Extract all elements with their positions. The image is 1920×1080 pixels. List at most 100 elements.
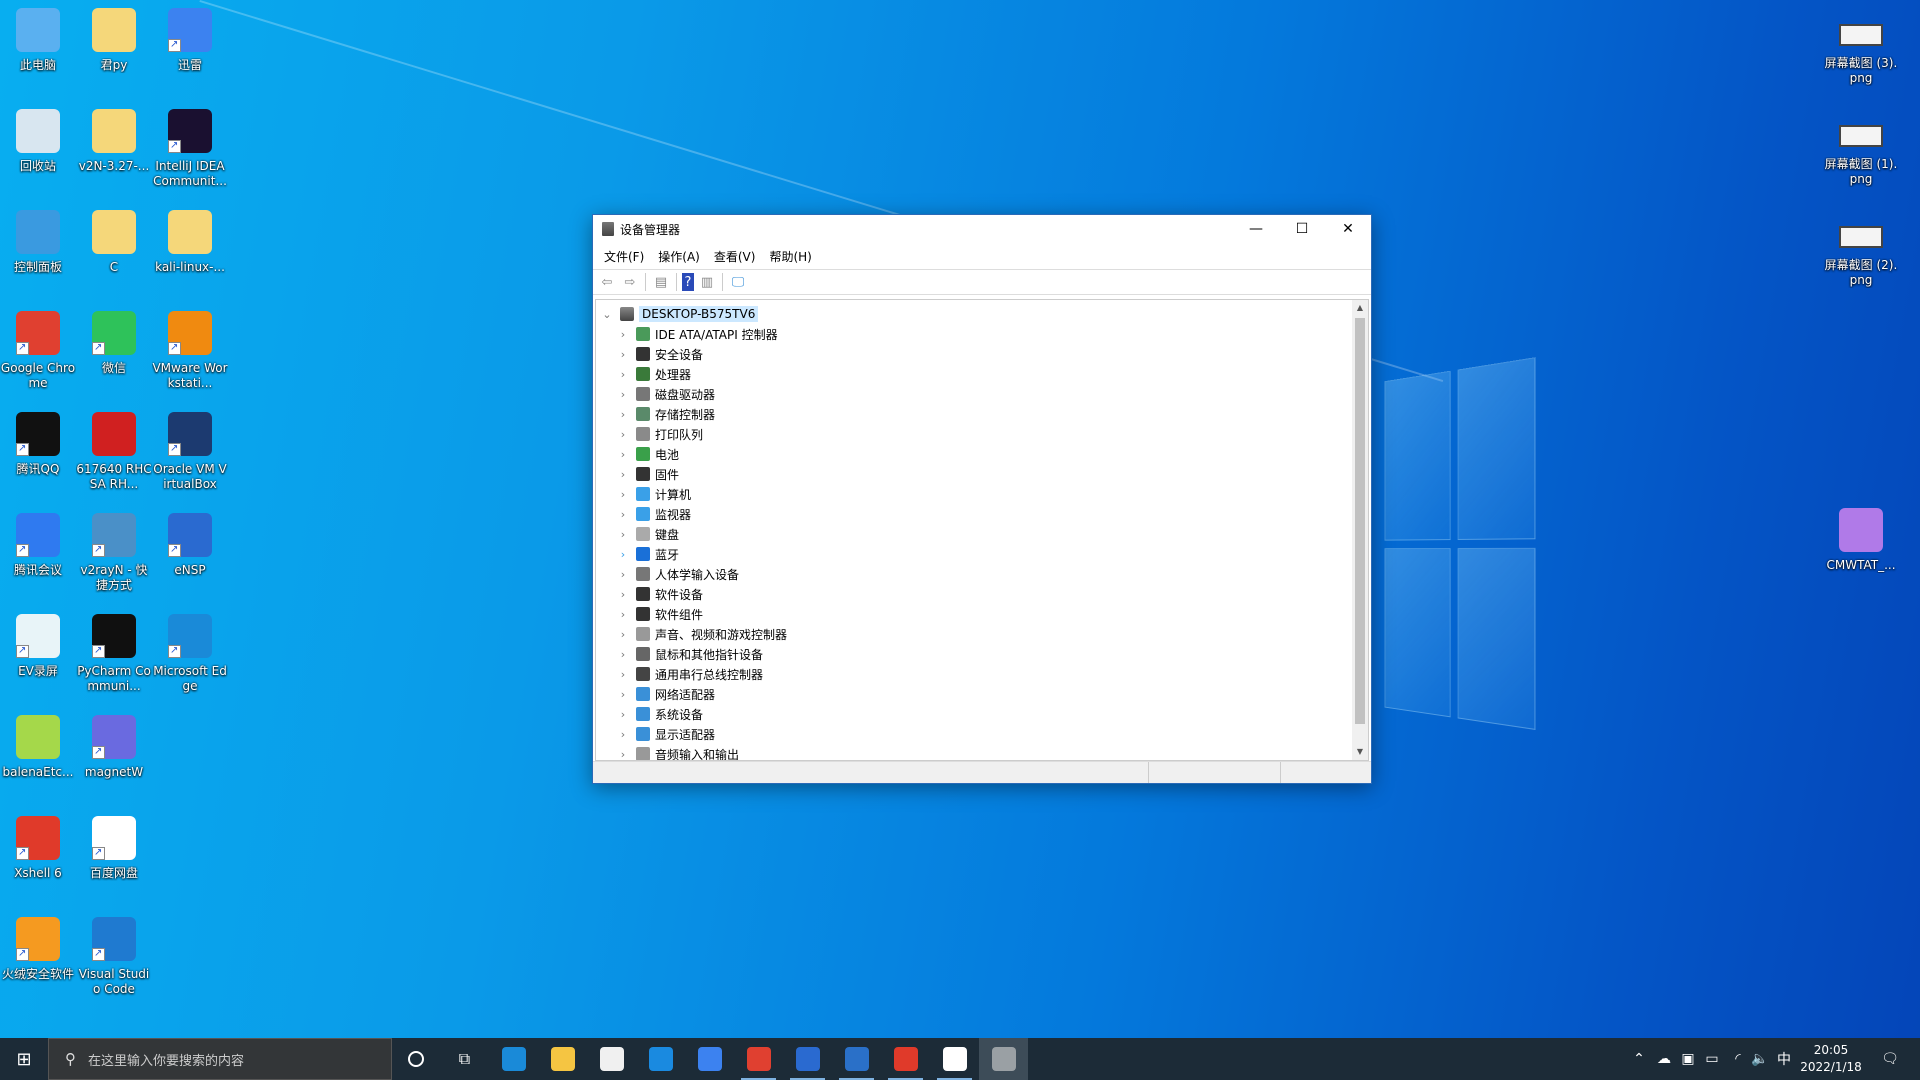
chevron-down-icon[interactable]: ⌄ xyxy=(600,308,614,321)
desktop-icon[interactable]: 回收站 xyxy=(0,105,76,174)
chevron-right-icon[interactable]: › xyxy=(616,608,630,621)
chevron-right-icon[interactable]: › xyxy=(616,328,630,341)
onedrive-icon[interactable]: ☁ xyxy=(1652,1038,1676,1080)
tree-item[interactable]: › IDE ATA/ATAPI 控制器 xyxy=(616,324,778,344)
desktop-icon[interactable]: 火绒安全软件 xyxy=(0,913,76,982)
taskbar-mail[interactable] xyxy=(636,1038,685,1080)
tree-root[interactable]: ⌄ DESKTOP-B575TV6 xyxy=(600,304,759,324)
search-box[interactable]: ⚲ 在这里输入你要搜索的内容 xyxy=(48,1038,392,1080)
action-center-icon[interactable]: 🗨 xyxy=(1872,1038,1908,1080)
taskbar-file-explorer[interactable] xyxy=(538,1038,587,1080)
desktop-icon[interactable]: IntelliJ IDEA Communit... xyxy=(152,105,228,189)
vertical-scrollbar[interactable]: ▲ ▼ xyxy=(1352,300,1368,760)
minimize-button[interactable]: — xyxy=(1233,215,1279,243)
tree-item[interactable]: › 磁盘驱动器 xyxy=(616,384,715,404)
desktop-icon[interactable]: Oracle VM VirtualBox xyxy=(152,408,228,492)
desktop-icon[interactable]: balenaEtc... xyxy=(0,711,76,780)
clock[interactable]: 20:05 2022/1/18 xyxy=(1800,1042,1862,1076)
show-hide-icon[interactable]: ▥ xyxy=(697,273,717,291)
taskbar-cortana[interactable] xyxy=(391,1038,440,1080)
scroll-down-icon[interactable]: ▼ xyxy=(1352,744,1368,760)
chevron-right-icon[interactable]: › xyxy=(616,428,630,441)
close-button[interactable]: ✕ xyxy=(1325,215,1371,243)
menu-file[interactable]: 文件(F) xyxy=(597,248,651,265)
taskbar-chrome[interactable] xyxy=(734,1038,783,1080)
chevron-right-icon[interactable]: › xyxy=(616,708,630,721)
tree-item[interactable]: › 声音、视频和游戏控制器 xyxy=(616,624,787,644)
chevron-right-icon[interactable]: › xyxy=(616,388,630,401)
chevron-right-icon[interactable]: › xyxy=(616,508,630,521)
tree-item[interactable]: › 电池 xyxy=(616,444,679,464)
taskbar-device-manager[interactable] xyxy=(979,1038,1028,1080)
properties-icon[interactable]: ▤ xyxy=(651,273,671,291)
help-icon[interactable]: ? xyxy=(682,273,694,291)
desktop-icon[interactable]: 屏幕截图 (2).png xyxy=(1823,212,1899,288)
taskbar-xshell[interactable] xyxy=(881,1038,930,1080)
chevron-right-icon[interactable]: › xyxy=(616,648,630,661)
taskbar-photos[interactable] xyxy=(832,1038,881,1080)
tree-item[interactable]: › 人体学输入设备 xyxy=(616,564,739,584)
scrollbar-thumb[interactable] xyxy=(1355,318,1365,724)
desktop-icon[interactable]: 控制面板 xyxy=(0,206,76,275)
desktop-icon[interactable]: magnetW xyxy=(76,711,152,780)
ime-indicator[interactable]: 中 xyxy=(1772,1038,1796,1080)
show-hidden-icons-icon[interactable]: ⌃ xyxy=(1628,1038,1650,1080)
tree-item[interactable]: › 软件组件 xyxy=(616,604,703,624)
taskbar-typora[interactable] xyxy=(930,1038,979,1080)
tree-item[interactable]: › 存储控制器 xyxy=(616,404,715,424)
taskbar-ensp[interactable] xyxy=(783,1038,832,1080)
tree-item[interactable]: › 蓝牙 xyxy=(616,544,679,564)
desktop-icon[interactable]: 微信 xyxy=(76,307,152,376)
chevron-right-icon[interactable]: › xyxy=(616,748,630,761)
chevron-right-icon[interactable]: › xyxy=(616,668,630,681)
chevron-right-icon[interactable]: › xyxy=(616,728,630,741)
chevron-right-icon[interactable]: › xyxy=(616,568,630,581)
desktop-icon[interactable]: EV录屏 xyxy=(0,610,76,679)
chevron-right-icon[interactable]: › xyxy=(616,588,630,601)
scan-hardware-icon[interactable]: 🖵 xyxy=(728,273,748,291)
chevron-right-icon[interactable]: › xyxy=(616,368,630,381)
desktop-icon[interactable]: PyCharm Communi... xyxy=(76,610,152,694)
desktop-icon[interactable]: 迅雷 xyxy=(152,4,228,73)
chevron-right-icon[interactable]: › xyxy=(616,688,630,701)
tree-item[interactable]: › 通用串行总线控制器 xyxy=(616,664,763,684)
taskbar-edge[interactable] xyxy=(489,1038,538,1080)
desktop-icon[interactable]: v2N-3.27-... xyxy=(76,105,152,174)
tree-item[interactable]: › 固件 xyxy=(616,464,679,484)
desktop-icon[interactable]: kali-linux-... xyxy=(152,206,228,275)
tree-item[interactable]: › 网络适配器 xyxy=(616,684,715,704)
chevron-right-icon[interactable]: › xyxy=(616,448,630,461)
desktop-icon[interactable]: v2rayN - 快捷方式 xyxy=(76,509,152,593)
maximize-button[interactable]: ☐ xyxy=(1279,215,1325,243)
desktop-icon[interactable]: 此电脑 xyxy=(0,4,76,73)
chevron-right-icon[interactable]: › xyxy=(616,528,630,541)
tree-item[interactable]: › 监视器 xyxy=(616,504,691,524)
chevron-right-icon[interactable]: › xyxy=(616,548,630,561)
taskbar-task-view[interactable]: ⧉ xyxy=(440,1038,489,1080)
tree-item[interactable]: › 键盘 xyxy=(616,524,679,544)
forward-icon[interactable]: ⇨ xyxy=(620,273,640,291)
desktop-icon[interactable]: 617640 RHCSA RH... xyxy=(76,408,152,492)
wifi-icon[interactable]: ◜ xyxy=(1726,1038,1750,1080)
scroll-up-icon[interactable]: ▲ xyxy=(1352,300,1368,316)
battery-icon[interactable]: ▭ xyxy=(1700,1038,1724,1080)
tree-item[interactable]: › 计算机 xyxy=(616,484,691,504)
tree-item[interactable]: › 软件设备 xyxy=(616,584,703,604)
title-bar[interactable]: 设备管理器 — ☐ ✕ xyxy=(593,215,1371,243)
tree-item[interactable]: › 处理器 xyxy=(616,364,691,384)
desktop-icon[interactable]: 君py xyxy=(76,4,152,73)
tree-item[interactable]: › 系统设备 xyxy=(616,704,703,724)
chevron-right-icon[interactable]: › xyxy=(616,628,630,641)
tree-item[interactable]: › 显示适配器 xyxy=(616,724,715,744)
desktop-icon[interactable]: VMware Workstati... xyxy=(152,307,228,391)
tree-item[interactable]: › 打印队列 xyxy=(616,424,703,444)
menu-action[interactable]: 操作(A) xyxy=(651,248,707,265)
chevron-right-icon[interactable]: › xyxy=(616,468,630,481)
desktop-icon[interactable]: eNSP xyxy=(152,509,228,578)
taskbar-microsoft-store[interactable] xyxy=(587,1038,636,1080)
desktop-icon[interactable]: Microsoft Edge xyxy=(152,610,228,694)
security-icon[interactable]: ▣ xyxy=(1676,1038,1700,1080)
desktop-icon[interactable]: 屏幕截图 (1).png xyxy=(1823,111,1899,187)
desktop-icon[interactable]: Google Chrome xyxy=(0,307,76,391)
desktop-icon[interactable]: 屏幕截图 (3).png xyxy=(1823,10,1899,86)
